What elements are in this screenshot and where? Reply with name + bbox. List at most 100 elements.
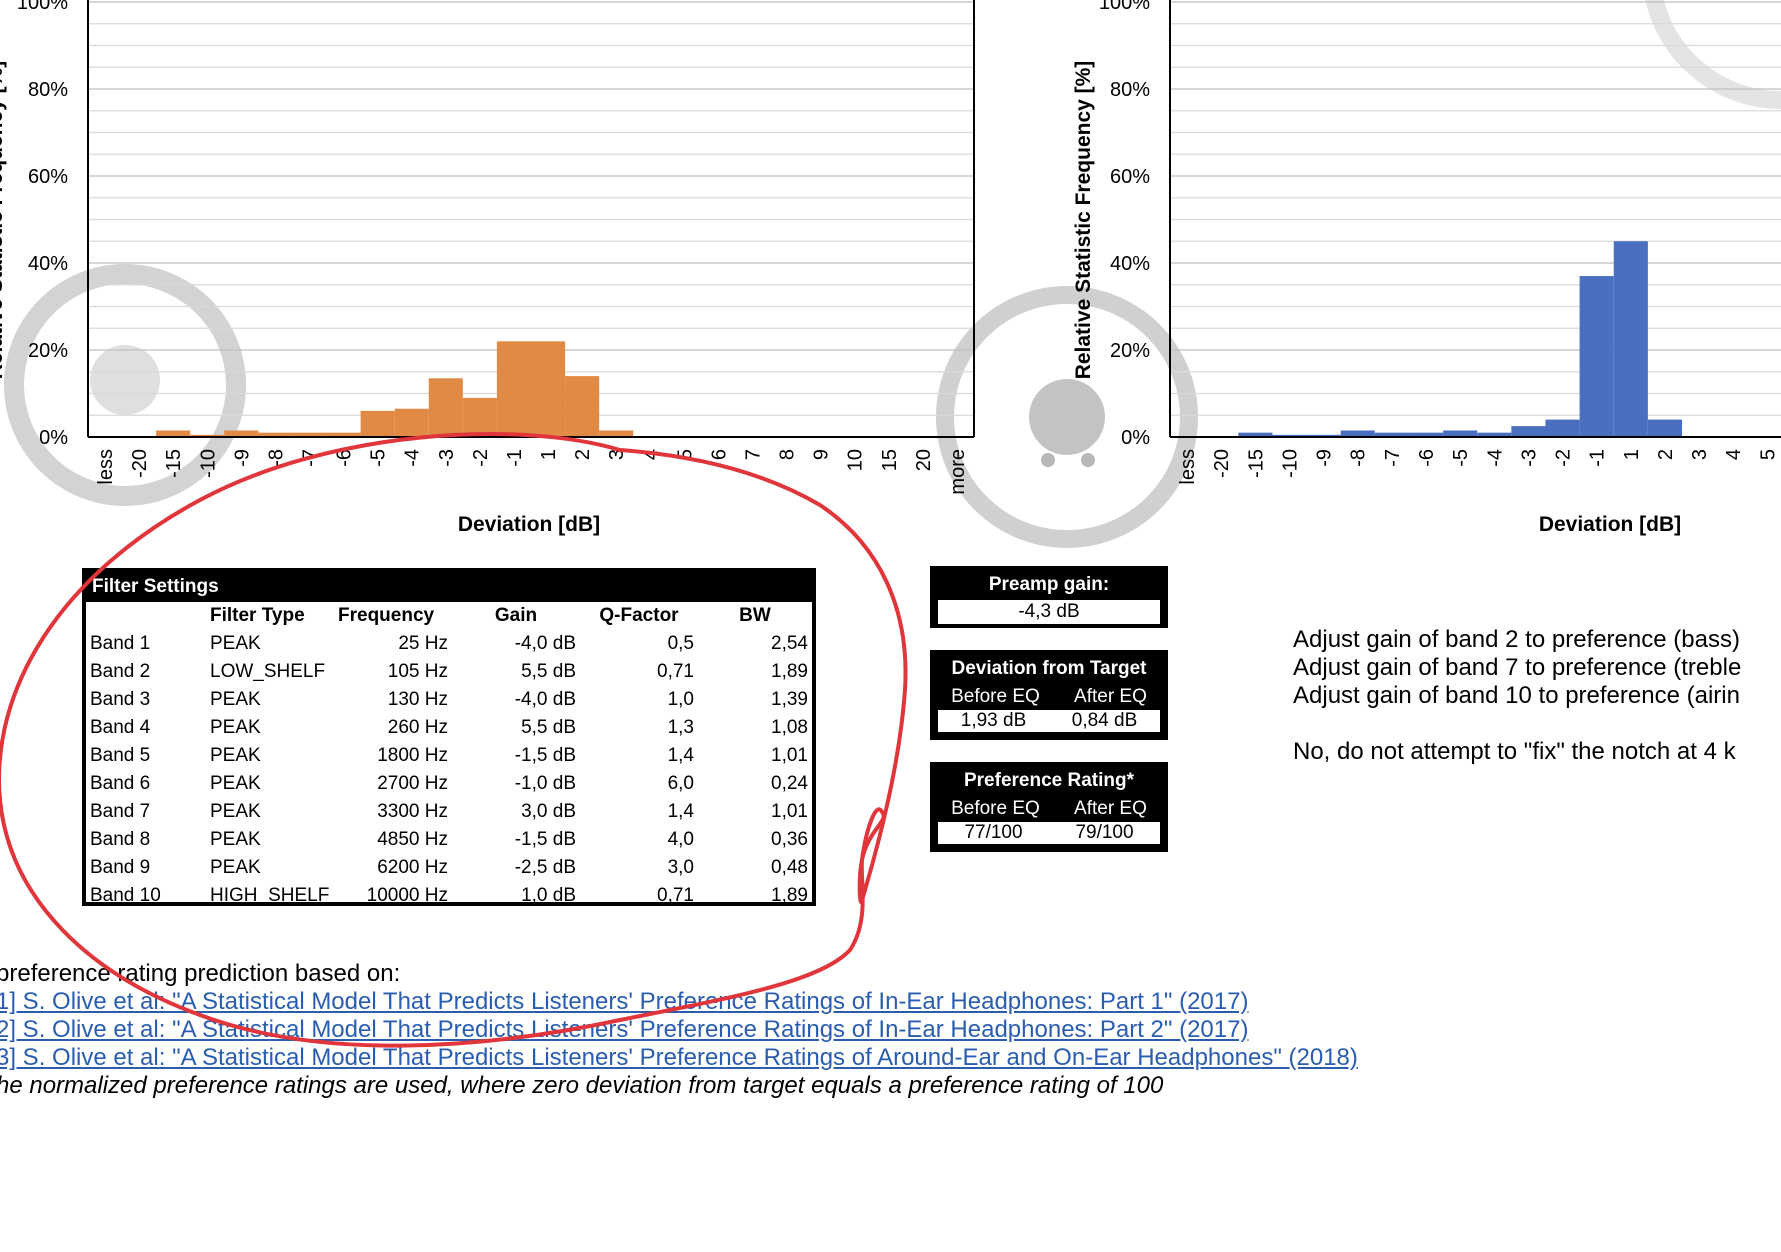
cell-filter-type: HIGH_SHELF: [210, 885, 330, 906]
cell-frequency: 1800 Hz: [377, 745, 448, 766]
cell-q-factor: 0,71: [657, 885, 694, 906]
cell-band: Band 10: [90, 885, 161, 906]
cell-band: Band 5: [90, 745, 151, 766]
table-row: Band 3 PEAK 130 Hz -4,0 dB 1,0 1,39: [86, 686, 812, 714]
cell-frequency: 10000 Hz: [366, 885, 448, 906]
cell-gain: -1,0 dB: [514, 773, 576, 794]
note-line: Adjust gain of band 2 to preference (bas…: [1293, 626, 1740, 653]
x-tick-label: less: [1177, 449, 1199, 485]
table-row: Band 4 PEAK 260 Hz 5,5 dB 1,3 1,08: [86, 714, 812, 742]
cell-frequency: 6200 Hz: [377, 857, 448, 878]
header-bw: BW: [739, 605, 771, 626]
x-tick-label: -9: [1314, 449, 1336, 467]
x-axis-title: Deviation [dB]: [1539, 513, 1681, 536]
filter-settings-table: Filter Settings Filter Type Frequency Ga…: [82, 568, 816, 906]
cell-band: Band 2: [90, 661, 151, 682]
x-tick-label: -20: [1211, 449, 1233, 478]
rating-values: 77/100 79/100: [938, 822, 1160, 844]
rating-after-label: After EQ: [1074, 798, 1147, 819]
cell-gain: -2,5 dB: [514, 857, 576, 878]
x-tick-label: 4: [1723, 449, 1745, 460]
y-tick-label: 20%: [1110, 340, 1150, 362]
y-tick-label: 80%: [1110, 79, 1150, 101]
cell-q-factor: 6,0: [667, 773, 694, 794]
cell-gain: -1,5 dB: [514, 829, 576, 850]
deviation-title: Deviation from Target: [934, 654, 1164, 684]
cell-filter-type: PEAK: [210, 801, 261, 822]
table-row: Band 8 PEAK 4850 Hz -1,5 dB 4,0 0,36: [86, 826, 812, 854]
x-tick-label: 3: [1689, 449, 1711, 460]
deviation-from-target-box: Deviation from Target Before EQ After EQ…: [930, 650, 1168, 740]
cell-frequency: 25 Hz: [398, 633, 448, 654]
filter-header-row: Filter Type Frequency Gain Q-Factor BW: [86, 602, 812, 630]
bar: [1545, 419, 1580, 437]
page: 0% 20% 40% 60% 80% 100% less -20 -15 -10 -9 -8 -7 -6-…: [0, 0, 1781, 1252]
preamp-gain-box: Preamp gain: -4,3 dB: [930, 566, 1168, 628]
filter-settings-grid: Filter Type Frequency Gain Q-Factor BW B…: [86, 602, 812, 910]
cell-band: Band 8: [90, 829, 151, 850]
x-tick-label: -15: [1245, 449, 1267, 478]
filter-settings-title: Filter Settings: [86, 572, 812, 602]
cell-q-factor: 0,5: [667, 633, 694, 654]
cell-q-factor: 1,0: [667, 689, 694, 710]
x-tick-label: 1: [1621, 449, 1643, 460]
cell-bw: 1,89: [771, 661, 808, 682]
y-tick-label: 100%: [1099, 0, 1150, 14]
cell-band: Band 7: [90, 801, 151, 822]
reference-link-3[interactable]: 3] S. Olive et al: "A Statistical Model …: [0, 1044, 1358, 1072]
cell-gain: -4,0 dB: [514, 689, 576, 710]
cell-frequency: 260 Hz: [387, 717, 448, 738]
header-filter-type: Filter Type: [210, 605, 305, 626]
x-tick-label: -6: [1416, 449, 1438, 467]
deviation-before-value: 1,93 dB: [960, 710, 1027, 731]
cell-q-factor: 1,4: [667, 745, 694, 766]
deviation-before-label: Before EQ: [951, 686, 1040, 707]
cell-bw: 0,36: [771, 829, 808, 850]
preamp-title: Preamp gain:: [934, 570, 1164, 600]
cell-q-factor: 4,0: [667, 829, 694, 850]
bar: [1511, 426, 1546, 437]
deviation-subheaders: Before EQ After EQ: [934, 684, 1164, 710]
filter-rows: Band 1 PEAK 25 Hz -4,0 dB 0,5 2,54 Band 2 LOW_S…: [86, 630, 812, 910]
references: preference rating prediction based on: 1…: [0, 960, 1358, 1100]
cell-filter-type: PEAK: [210, 717, 261, 738]
rating-before-value: 77/100: [964, 822, 1023, 843]
cell-filter-type: PEAK: [210, 829, 261, 850]
y-tick-label: 40%: [1110, 253, 1150, 275]
rating-before-label: Before EQ: [951, 798, 1040, 819]
cell-filter-type: PEAK: [210, 633, 261, 654]
cell-band: Band 6: [90, 773, 151, 794]
table-row: Band 7 PEAK 3300 Hz 3,0 dB 1,4 1,01: [86, 798, 812, 826]
x-tick-label: -8: [1348, 449, 1370, 467]
bar: [1647, 419, 1683, 437]
note-spacer: [1293, 710, 1741, 738]
cell-gain: 1,0 dB: [521, 885, 576, 906]
table-row: Band 9 PEAK 6200 Hz -2,5 dB 3,0 0,48: [86, 854, 812, 882]
x-tick-label: 5: [1757, 449, 1779, 460]
cell-band: Band 4: [90, 717, 151, 738]
preference-rating-box: Preference Rating* Before EQ After EQ 77…: [930, 762, 1168, 852]
y-tick-label: 60%: [1110, 166, 1150, 188]
preamp-value: -4,3 dB: [938, 600, 1160, 624]
reference-link-1[interactable]: 1] S. Olive et al: "A Statistical Model …: [0, 988, 1358, 1016]
x-tick-label: -1: [1587, 449, 1609, 467]
table-row: Band 2 LOW_SHELF 105 Hz 5,5 dB 0,71 1,89: [86, 658, 812, 686]
cell-q-factor: 3,0: [667, 857, 694, 878]
cell-q-factor: 0,71: [657, 661, 694, 682]
cell-bw: 1,08: [771, 717, 808, 738]
reference-link-2[interactable]: 2] S. Olive et al: "A Statistical Model …: [0, 1016, 1358, 1044]
cell-gain: 3,0 dB: [521, 801, 576, 822]
cell-q-factor: 1,4: [667, 801, 694, 822]
cell-frequency: 2700 Hz: [377, 773, 448, 794]
rating-title: Preference Rating*: [934, 766, 1164, 796]
x-tick-label: 2: [1655, 449, 1677, 460]
table-row: Band 5 PEAK 1800 Hz -1,5 dB 1,4 1,01: [86, 742, 812, 770]
cell-gain: 5,5 dB: [521, 717, 576, 738]
rating-after-value: 79/100: [1075, 822, 1134, 843]
cell-bw: 0,48: [771, 857, 808, 878]
cell-frequency: 105 Hz: [387, 661, 448, 682]
references-intro: preference rating prediction based on:: [0, 960, 401, 987]
cell-frequency: 3300 Hz: [377, 801, 448, 822]
note-line: Adjust gain of band 7 to preference (tre…: [1293, 654, 1742, 681]
cell-bw: 1,01: [771, 745, 808, 766]
